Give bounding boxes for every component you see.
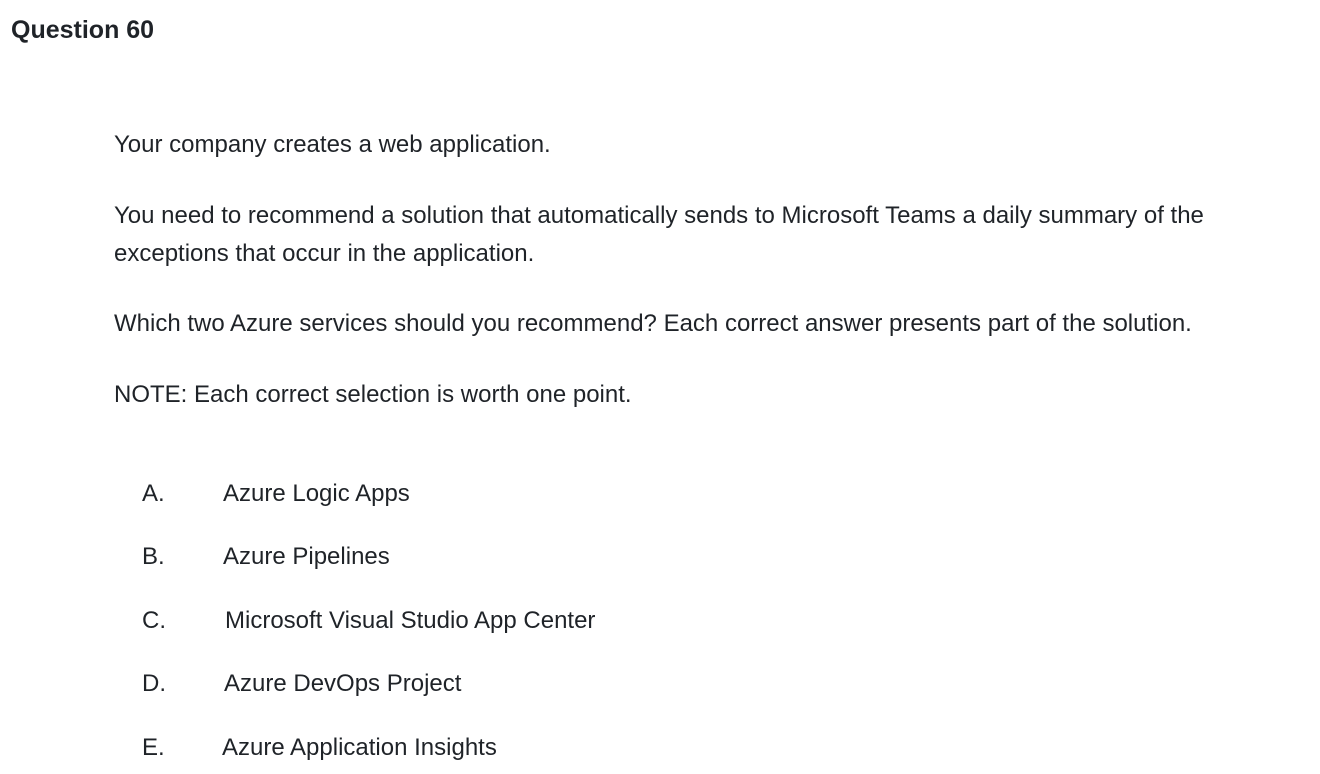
question-title: Question 60 xyxy=(11,16,155,44)
stem-line-2: exceptions that occur in the application… xyxy=(114,240,535,267)
option-text: Microsoft Visual Studio App Center xyxy=(225,607,596,634)
option-text: Azure DevOps Project xyxy=(224,670,462,697)
option-text: Azure Logic Apps xyxy=(223,480,410,507)
stem-paragraph-prompt: Which two Azure services should you reco… xyxy=(114,310,1192,337)
stem-paragraph-intro: Your company creates a web application. xyxy=(114,131,551,158)
stem-line-1: You need to recommend a solution that au… xyxy=(114,202,1204,229)
stem-paragraph-note: NOTE: Each correct selection is worth on… xyxy=(114,381,632,408)
option-text: Azure Application Insights xyxy=(222,734,497,761)
option-letter: C. xyxy=(142,607,166,634)
option-text: Azure Pipelines xyxy=(223,543,390,570)
option-letter: B. xyxy=(142,543,165,570)
option-letter: A. xyxy=(142,480,165,507)
option-letter: E. xyxy=(142,734,165,761)
stem-paragraph-requirement: You need to recommend a solution that au… xyxy=(114,197,1204,273)
option-letter: D. xyxy=(142,670,166,697)
